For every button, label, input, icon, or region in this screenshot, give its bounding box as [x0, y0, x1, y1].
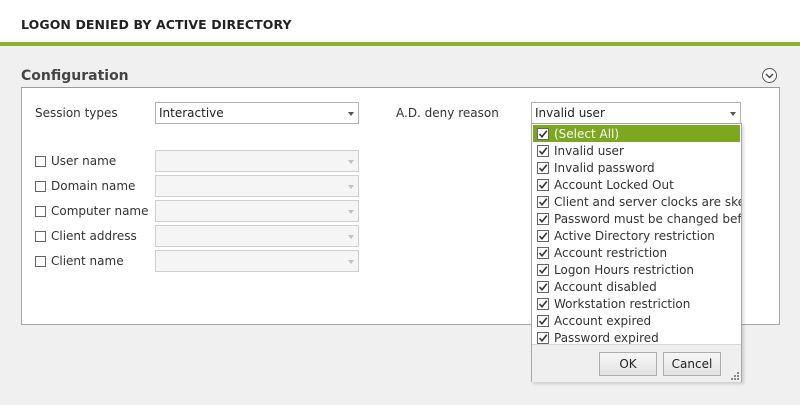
deny-option-label: Invalid password [554, 160, 655, 175]
filter-row[interactable]: Domain name [35, 178, 135, 194]
deny-option-item[interactable]: Account disabled [532, 278, 741, 295]
dropdown-arrow-icon [348, 210, 354, 214]
deny-reason-label: A.D. deny reason [396, 106, 499, 120]
filter-row[interactable]: Client address [35, 228, 137, 244]
filter-value-select [155, 225, 359, 247]
dropdown-arrow-icon [730, 112, 736, 116]
filter-row[interactable]: Client name [35, 253, 124, 269]
checkmark-icon[interactable] [537, 263, 549, 276]
filter-checkbox[interactable] [35, 205, 46, 217]
deny-option-item[interactable]: Client and server clocks are skewed [532, 193, 741, 210]
filter-label: Domain name [51, 179, 136, 193]
deny-option-item[interactable]: Logon Hours restriction [532, 261, 741, 278]
deny-option-label: Account Locked Out [554, 177, 674, 192]
checkmark-icon[interactable] [537, 161, 549, 174]
checkmark-icon[interactable] [537, 229, 549, 242]
checkmark-icon[interactable] [537, 178, 549, 191]
deny-option-item[interactable]: Invalid user [532, 142, 741, 159]
deny-reason-options-list: (Select All) Invalid user Invalid password… [532, 125, 741, 346]
filter-checkbox[interactable] [35, 230, 46, 242]
deny-option-label: (Select All) [554, 126, 620, 141]
checkmark-icon[interactable] [537, 246, 549, 259]
deny-option-label: Workstation restriction [554, 296, 691, 311]
checkmark-icon[interactable] [537, 280, 549, 293]
filter-value-select [155, 200, 359, 222]
filter-value-select [155, 250, 359, 272]
deny-option-item[interactable]: Active Directory restriction [532, 227, 741, 244]
filter-row[interactable]: User name [35, 153, 116, 169]
session-types-value: Interactive [159, 106, 224, 120]
deny-option-item[interactable]: Password must be changed before [532, 210, 741, 227]
deny-option-label: Client and server clocks are skewed [554, 194, 741, 209]
deny-option-item[interactable]: (Select All) [533, 125, 740, 142]
deny-option-label: Password must be changed before [554, 211, 741, 226]
popup-footer: OK Cancel [532, 344, 741, 382]
checkmark-icon[interactable] [537, 314, 549, 327]
checkmark-icon[interactable] [537, 331, 549, 344]
resize-grip-icon[interactable] [731, 372, 739, 380]
deny-option-label: Password expired [554, 330, 659, 345]
deny-option-item[interactable]: Invalid password [532, 159, 741, 176]
deny-option-label: Account expired [554, 313, 652, 328]
filter-label: Computer name [51, 204, 149, 218]
checkmark-icon[interactable] [537, 144, 549, 157]
deny-option-label: Logon Hours restriction [554, 262, 695, 277]
filter-checkbox[interactable] [35, 255, 46, 267]
deny-option-item[interactable]: Account expired [532, 312, 741, 329]
configuration-section-title: Configuration [21, 68, 129, 84]
filter-label: Client address [51, 229, 137, 243]
page-header: LOGON DENIED BY ACTIVE DIRECTORY [0, 0, 800, 46]
filter-checkbox[interactable] [35, 180, 46, 192]
filter-value-select [155, 175, 359, 197]
filter-value-select [155, 150, 359, 172]
deny-option-item[interactable]: Account restriction [532, 244, 741, 261]
chevron-down-circle-icon[interactable] [762, 68, 777, 83]
checkmark-icon[interactable] [537, 127, 549, 140]
deny-option-item[interactable]: Workstation restriction [532, 295, 741, 312]
deny-option-item[interactable]: Account Locked Out [532, 176, 741, 193]
filter-checkbox[interactable] [35, 155, 46, 167]
filter-row[interactable]: Computer name [35, 203, 149, 219]
filter-label: Client name [51, 254, 124, 268]
session-types-select[interactable]: Interactive [155, 102, 359, 124]
deny-option-label: Account disabled [554, 279, 657, 294]
page-title: LOGON DENIED BY ACTIVE DIRECTORY [21, 17, 292, 32]
deny-option-label: Active Directory restriction [554, 228, 715, 243]
deny-reason-dropdown-popup: (Select All) Invalid user Invalid password… [531, 123, 742, 382]
checkmark-icon[interactable] [537, 297, 549, 310]
session-types-label: Session types [35, 106, 118, 120]
filter-label: User name [51, 154, 117, 168]
deny-reason-value: Invalid user [535, 106, 605, 120]
checkmark-icon[interactable] [537, 212, 549, 225]
dropdown-arrow-icon [348, 260, 354, 264]
dropdown-arrow-icon [348, 235, 354, 239]
cancel-button[interactable]: Cancel [663, 352, 721, 376]
deny-option-label: Invalid user [554, 143, 624, 158]
dropdown-arrow-icon [348, 160, 354, 164]
deny-option-label: Account restriction [554, 245, 668, 260]
dropdown-arrow-icon [348, 185, 354, 189]
ok-button[interactable]: OK [599, 352, 657, 376]
dropdown-arrow-icon [348, 112, 354, 116]
deny-reason-select[interactable]: Invalid user [531, 102, 741, 124]
checkmark-icon[interactable] [537, 195, 549, 208]
